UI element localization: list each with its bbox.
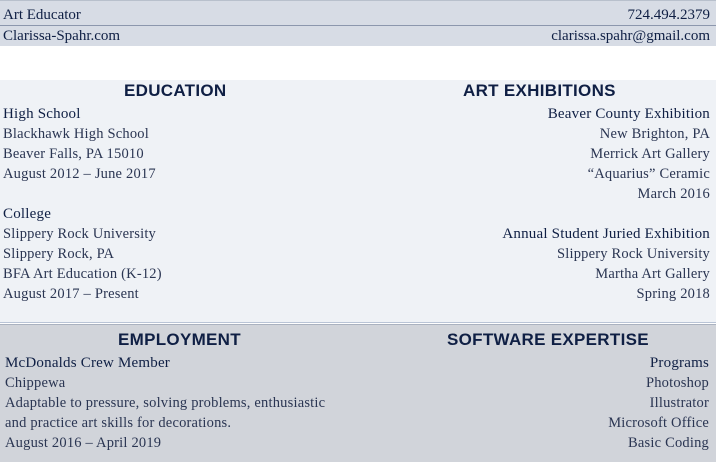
exhibition-1-location: New Brighton, PA <box>599 126 710 142</box>
exhibition-2-title: Annual Student Juried Exhibition <box>502 226 710 242</box>
website-link[interactable]: Clarissa-Spahr.com <box>3 26 120 46</box>
job-title: Art Educator <box>3 7 81 23</box>
exhibition-1-work: “Aquarius” Ceramic <box>587 166 710 182</box>
exhibition-2-date: Spring 2018 <box>636 286 710 302</box>
high-school-title: High School <box>3 106 81 122</box>
college-title: College <box>3 206 52 222</box>
software-column: Programs Photoshop Illustrator Microsoft… <box>608 353 709 453</box>
software-item: Basic Coding <box>628 435 709 451</box>
education-heading: EDUCATION <box>124 81 227 100</box>
employment-column: McDonalds Crew Member Chippewa Adaptable… <box>5 353 325 453</box>
job-title-entry: McDonalds Crew Member <box>5 355 170 371</box>
college-location: Slippery Rock, PA <box>3 246 115 262</box>
exhibition-1-date: March 2016 <box>637 186 710 202</box>
exhibition-1-title: Beaver County Exhibition <box>547 106 710 122</box>
employment-software-section: EMPLOYMENT SOFTWARE EXPERTISE McDonalds … <box>0 324 716 462</box>
job-description-2: and practice art skills for decorations. <box>5 415 232 431</box>
employment-heading: EMPLOYMENT <box>118 330 241 349</box>
exhibition-2-location: Slippery Rock University <box>556 246 710 262</box>
exhibition-2-gallery: Martha Art Gallery <box>595 266 710 282</box>
header-row-1: Art Educator 724.494.2379 <box>3 5 710 25</box>
contact-header: Art Educator 724.494.2379 Clarissa-Spahr… <box>0 0 716 46</box>
college-dates: August 2017 – Present <box>3 286 139 302</box>
college-name: Slippery Rock University <box>3 226 157 242</box>
college-degree: BFA Art Education (K-12) <box>3 266 162 282</box>
phone-number: 724.494.2379 <box>627 7 711 23</box>
exhibition-1-gallery: Merrick Art Gallery <box>590 146 710 162</box>
high-school-location: Beaver Falls, PA 15010 <box>3 146 144 162</box>
job-location: Chippewa <box>5 375 66 391</box>
exhibitions-heading: ART EXHIBITIONS <box>463 81 616 100</box>
email-link[interactable]: clarissa.spahr@gmail.com <box>551 26 710 46</box>
software-heading: SOFTWARE EXPERTISE <box>447 330 649 349</box>
high-school-name: Blackhawk High School <box>3 126 149 142</box>
job-dates: August 2016 – April 2019 <box>5 435 162 451</box>
software-item: Photoshop <box>645 375 709 391</box>
education-column: High School Blackhawk High School Beaver… <box>3 104 162 304</box>
software-item: Microsoft Office <box>608 415 709 431</box>
header-row-2: Clarissa-Spahr.com clarissa.spahr@gmail.… <box>3 26 710 46</box>
programs-title: Programs <box>649 355 709 371</box>
software-item: Illustrator <box>649 395 709 411</box>
exhibitions-column: Beaver County Exhibition New Brighton, P… <box>502 104 710 304</box>
education-exhibitions-section: EDUCATION ART EXHIBITIONS High School Bl… <box>0 80 716 323</box>
job-description-1: Adaptable to pressure, solving problems,… <box>5 395 326 411</box>
high-school-dates: August 2012 – June 2017 <box>3 166 156 182</box>
